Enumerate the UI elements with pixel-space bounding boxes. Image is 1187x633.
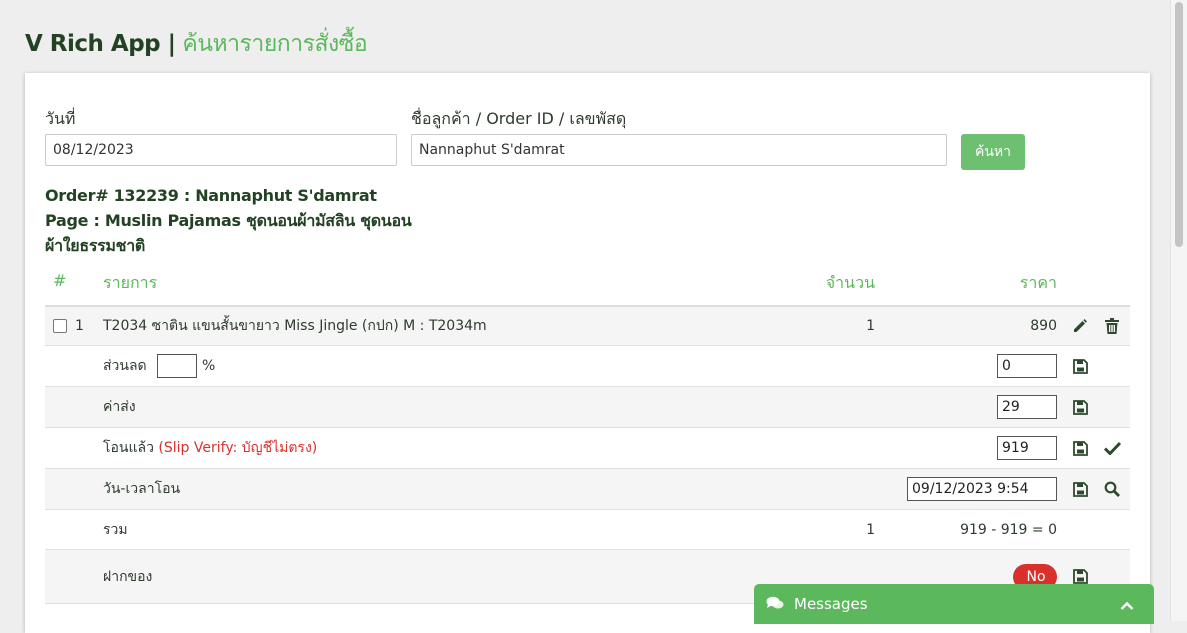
table-row-item-1: 1 T2034 ซาติน แขนสั้นขายาว Miss Jingle (… [45, 305, 1130, 346]
item-index: 1 [75, 318, 84, 334]
table-row-paid: โอนแล้ว (Slip Verify: บัญชีไม่ตรง) [45, 428, 1130, 469]
slip-verify-note: (Slip Verify: บัญชีไม่ตรง) [158, 440, 318, 456]
query-label: ชื่อลูกค้า / Order ID / เลขพัสดุ [411, 109, 627, 128]
page-header: V Rich App | ค้นหารายการสั่งซื้อ [25, 26, 368, 62]
save-icon[interactable] [1071, 480, 1089, 498]
messages-label: Messages [794, 595, 868, 613]
save-icon[interactable] [1071, 398, 1089, 416]
item-price: 890 [1030, 318, 1057, 334]
percent-sign: % [202, 358, 216, 374]
discount-value-input[interactable] [997, 354, 1057, 378]
table-row-transfer-time: วัน-เวลาโอน [45, 469, 1130, 510]
page-scrollbar[interactable] [1170, 0, 1187, 621]
order-page: Page : Muslin Pajamas ชุดนอนผ้ามัสลิน ชุ… [45, 211, 412, 255]
search-icon[interactable] [1103, 480, 1121, 498]
table-row-total: รวม 1 919 - 919 = 0 [45, 510, 1130, 550]
col-header-num: # [53, 271, 67, 290]
order-info: Order# 132239 : Nannaphut S'damrat Page … [45, 183, 415, 258]
save-icon[interactable] [1071, 568, 1089, 586]
shipping-label: ค่าส่ง [103, 399, 136, 415]
total-qty: 1 [866, 521, 875, 538]
messages-bar[interactable]: Messages [754, 584, 1154, 624]
shipping-value-input[interactable] [997, 395, 1057, 419]
table-row-shipping: ค่าส่ง [45, 387, 1130, 428]
paid-value-input[interactable] [997, 436, 1057, 460]
transfer-time-input[interactable] [907, 477, 1057, 501]
trash-icon[interactable] [1103, 317, 1121, 335]
app-name: V Rich App | [25, 31, 176, 57]
deposit-label: ฝากของ [103, 568, 153, 585]
total-label: รวม [103, 521, 128, 538]
main-panel: วันที่ ชื่อลูกค้า / Order ID / เลขพัสดุ … [25, 73, 1150, 633]
search-button[interactable]: ค้นหา [961, 134, 1025, 170]
item-qty: 1 [866, 318, 875, 334]
check-icon[interactable] [1103, 439, 1121, 457]
page-title: ค้นหารายการสั่งซื้อ [182, 31, 368, 57]
order-number: Order# 132239 : Nannaphut S'damrat [45, 186, 377, 205]
paid-label: โอนแล้ว [103, 440, 154, 456]
paid-label-group: โอนแล้ว (Slip Verify: บัญชีไม่ตรง) [103, 437, 317, 459]
item-checkbox[interactable] [53, 319, 67, 333]
scrollbar-thumb[interactable] [1175, 2, 1183, 247]
discount-percent-input[interactable] [157, 354, 197, 378]
save-icon[interactable] [1071, 357, 1089, 375]
date-label: วันที่ [45, 109, 76, 128]
discount-label: ส่วนลด [103, 358, 147, 374]
chat-icon [766, 596, 784, 614]
item-name: T2034 ซาติน แขนสั้นขายาว Miss Jingle (กป… [103, 318, 487, 334]
transfer-time-label: วัน-เวลาโอน [103, 481, 181, 497]
total-summary: 919 - 919 = 0 [960, 521, 1057, 538]
date-input[interactable] [45, 134, 397, 166]
save-icon[interactable] [1071, 439, 1089, 457]
search-query-input[interactable] [411, 134, 947, 166]
table-row-discount: ส่วนลด % [45, 346, 1130, 387]
col-header-price: ราคา [1019, 273, 1057, 292]
col-header-qty: จำนวน [825, 273, 875, 292]
col-header-item: รายการ [103, 273, 158, 292]
edit-icon[interactable] [1071, 317, 1089, 335]
chevron-up-icon[interactable] [1120, 597, 1134, 615]
